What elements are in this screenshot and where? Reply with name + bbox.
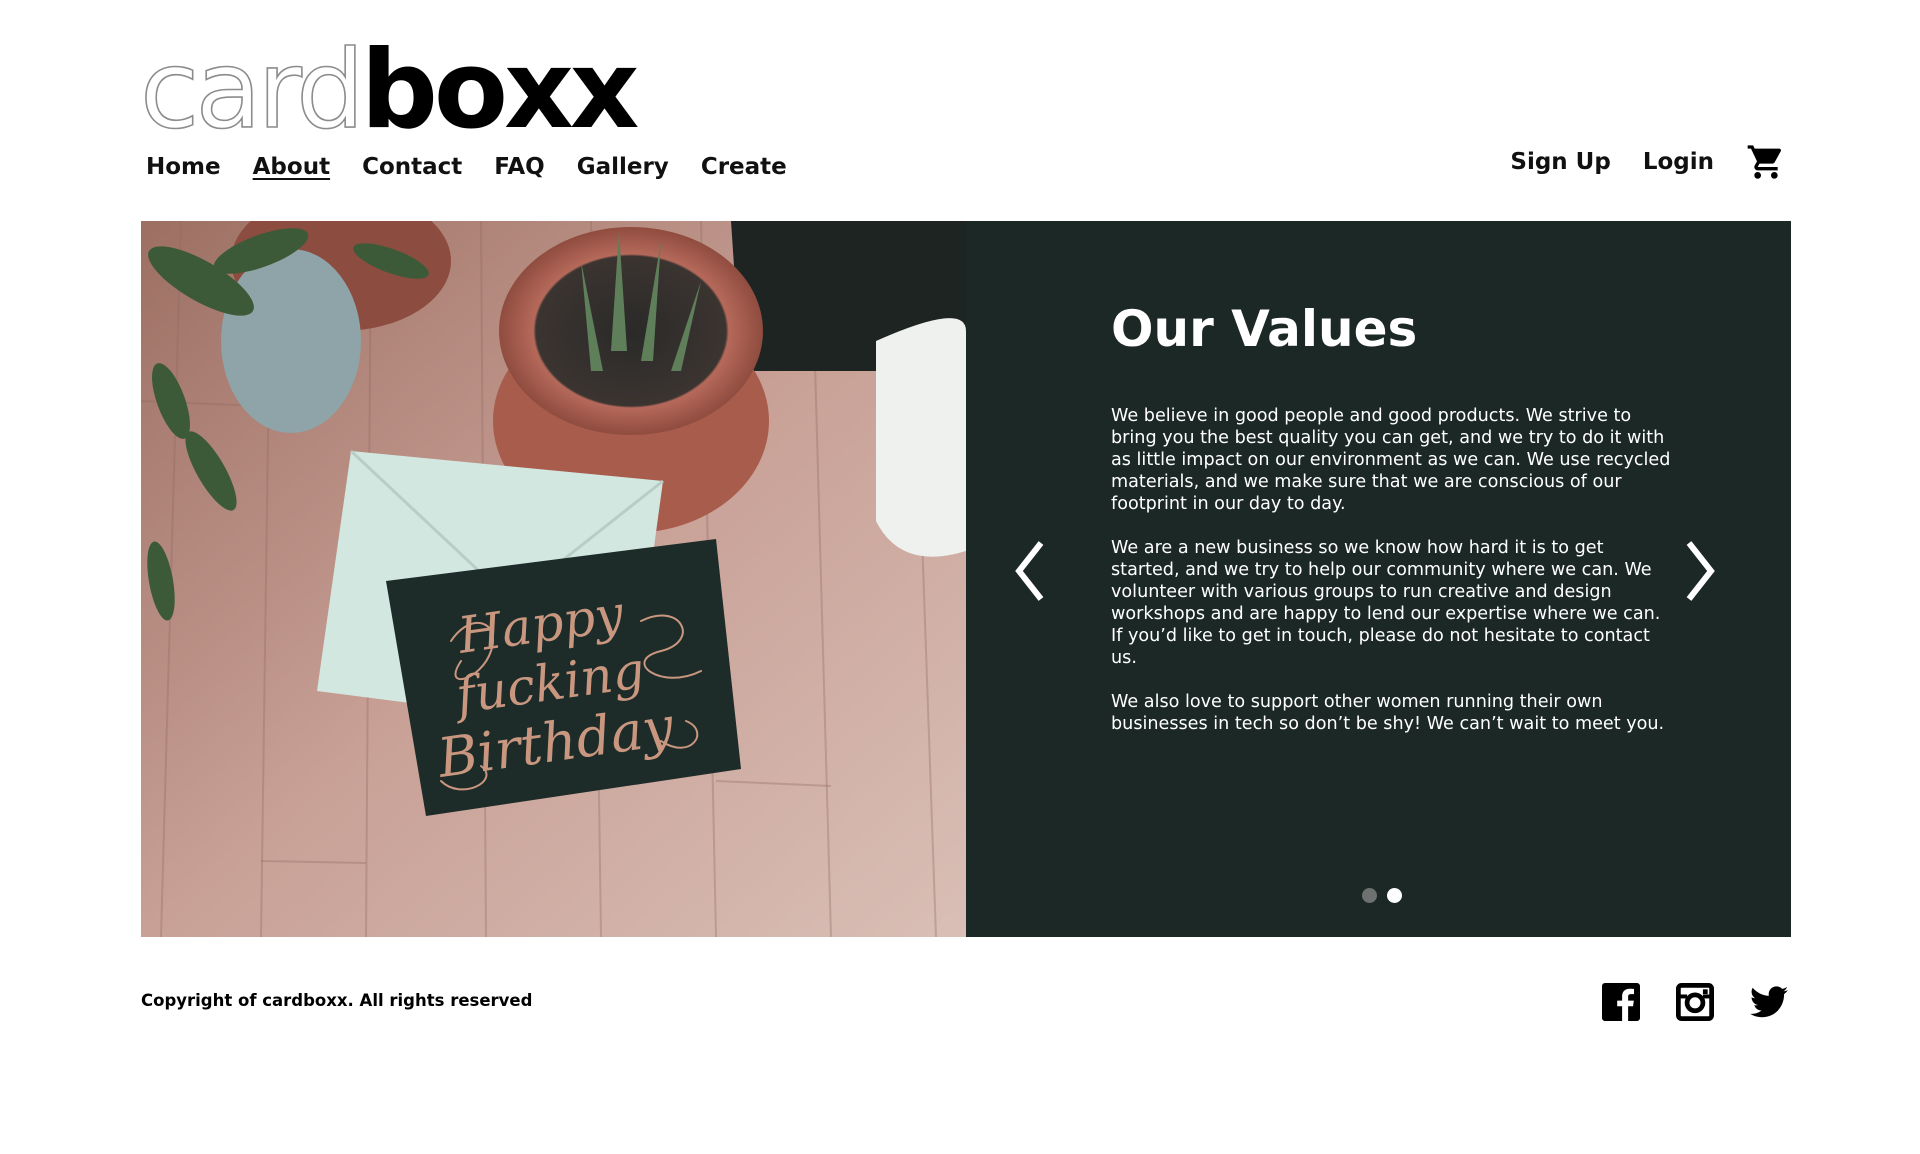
- social-links: [1602, 983, 1788, 1021]
- panel-body: We believe in good people and good produ…: [1111, 405, 1671, 757]
- slide-dot-1[interactable]: [1362, 888, 1377, 903]
- facebook-icon[interactable]: [1602, 983, 1640, 1021]
- copyright-text: Copyright of cardboxx. All rights reserv…: [141, 991, 533, 1010]
- instagram-icon[interactable]: [1676, 983, 1714, 1021]
- nav-home-link[interactable]: Home: [146, 152, 221, 182]
- logo-wordmark-light: card: [139, 28, 365, 153]
- values-paragraph-3: We also love to support other women runn…: [1111, 692, 1665, 734]
- logo-wordmark-bold: boxx: [360, 28, 640, 153]
- chevron-left-icon[interactable]: [1011, 539, 1051, 603]
- shopping-cart-icon[interactable]: [1746, 142, 1786, 182]
- twitter-icon[interactable]: [1750, 985, 1788, 1019]
- photo-illustration: Happy fucking Birthday: [141, 221, 966, 937]
- values-panel: Our Values We believe in good people and…: [966, 221, 1791, 937]
- slide-dots: [1362, 888, 1402, 903]
- nav-contact-link[interactable]: Contact: [362, 152, 462, 182]
- login-link[interactable]: Login: [1643, 147, 1714, 177]
- main-nav: Home About Contact FAQ Gallery Create: [146, 152, 787, 182]
- panel-title: Our Values: [1111, 300, 1418, 358]
- nav-about-link[interactable]: About: [253, 152, 330, 182]
- values-paragraph-1: We believe in good people and good produ…: [1111, 406, 1671, 514]
- hero-section: Happy fucking Birthday Our Values We bel…: [141, 221, 1791, 937]
- slide-dot-2[interactable]: [1387, 888, 1402, 903]
- values-paragraph-2: We are a new business so we know how har…: [1111, 538, 1661, 668]
- account-nav: Sign Up Login: [1510, 142, 1786, 182]
- logo[interactable]: cardboxx: [139, 35, 639, 147]
- nav-create-link[interactable]: Create: [701, 152, 787, 182]
- chevron-right-icon[interactable]: [1679, 539, 1719, 603]
- signup-link[interactable]: Sign Up: [1510, 147, 1610, 177]
- nav-gallery-link[interactable]: Gallery: [577, 152, 669, 182]
- greeting-card-photo: Happy fucking Birthday: [141, 221, 966, 937]
- nav-faq-link[interactable]: FAQ: [494, 152, 544, 182]
